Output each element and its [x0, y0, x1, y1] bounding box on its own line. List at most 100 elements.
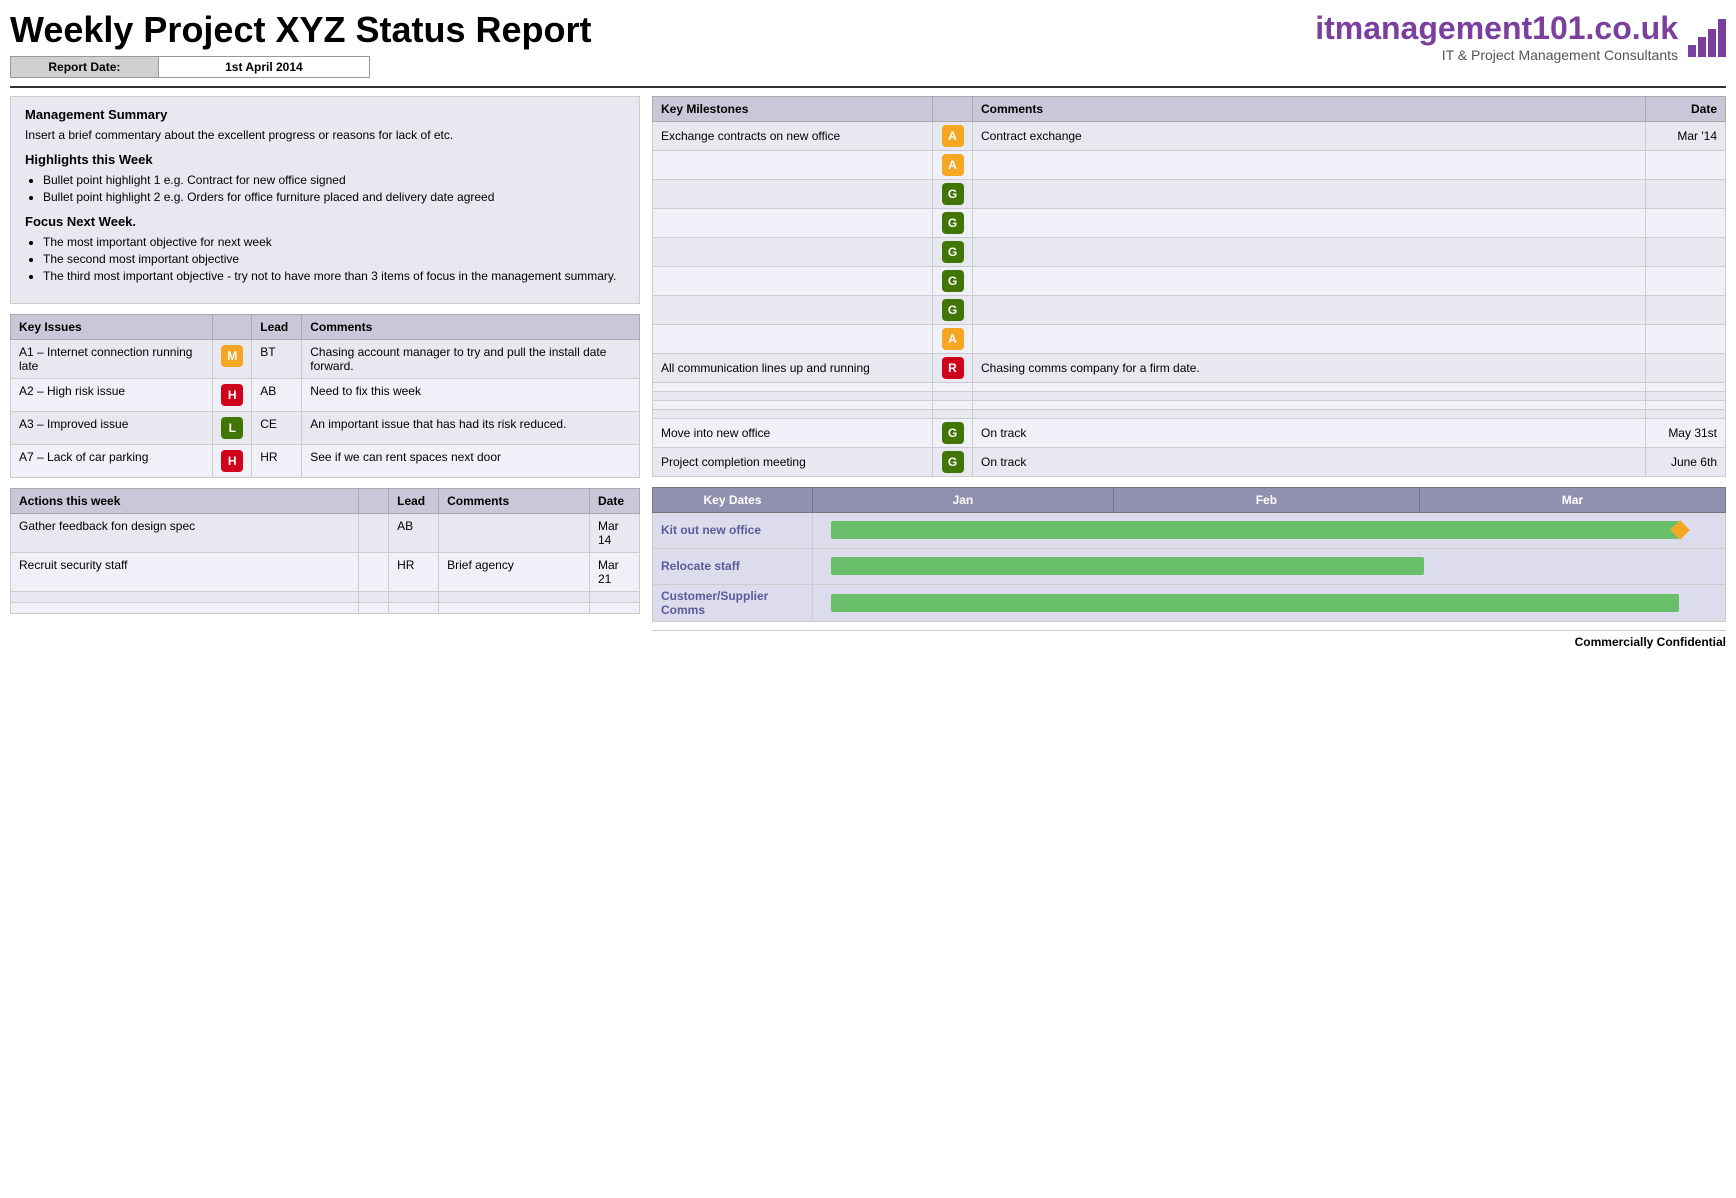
ms-badge-cell	[933, 409, 973, 418]
ms-milestone: Exchange contracts on new office	[653, 121, 933, 150]
status-badge: G	[942, 212, 964, 234]
ms-milestone	[653, 208, 933, 237]
ms-badge-cell	[933, 391, 973, 400]
ms-comment	[973, 150, 1646, 179]
report-date-label: Report Date:	[11, 57, 159, 77]
at-action: Gather feedback fon design spec	[11, 513, 359, 552]
focus-3: The third most important objective - try…	[43, 269, 625, 283]
ms-col-comments: Comments	[973, 96, 1646, 121]
ms-badge-cell: G	[933, 447, 973, 476]
brand-info: itmanagement101.co.uk IT & Project Manag…	[1315, 10, 1678, 63]
ms-badge-cell	[933, 382, 973, 391]
ms-milestone	[653, 409, 933, 418]
table-row	[653, 409, 1726, 418]
gantt-col-feb: Feb	[1113, 487, 1419, 512]
gantt-bar-cell	[813, 548, 1726, 584]
ms-badge-cell: G	[933, 237, 973, 266]
ki-issue: A7 – Lack of car parking	[11, 444, 213, 477]
header-right: itmanagement101.co.uk IT & Project Manag…	[1315, 10, 1726, 63]
bar4	[1718, 19, 1726, 57]
at-badge-cell	[359, 513, 389, 552]
ms-milestone	[653, 400, 933, 409]
header-left: Weekly Project XYZ Status Report Report …	[10, 10, 592, 78]
gantt-bar-cell	[813, 584, 1726, 621]
ms-comment	[973, 324, 1646, 353]
key-issues-table: Key Issues Lead Comments A1 – Internet c…	[10, 314, 640, 478]
actions-table: Actions this week Lead Comments Date Gat…	[10, 488, 640, 614]
highlights-title: Highlights this Week	[25, 152, 625, 167]
report-date-bar: Report Date: 1st April 2014	[10, 56, 370, 78]
table-row: G	[653, 295, 1726, 324]
ki-lead: BT	[252, 339, 302, 378]
ms-milestone	[653, 266, 933, 295]
at-comment	[439, 591, 590, 602]
ms-badge-cell: A	[933, 121, 973, 150]
list-item: Relocate staff	[653, 548, 1726, 584]
at-col-lead: Lead	[389, 488, 439, 513]
ms-date	[1646, 208, 1726, 237]
ms-col-milestone: Key Milestones	[653, 96, 933, 121]
list-item: Kit out new office	[653, 512, 1726, 548]
bar2	[1698, 37, 1706, 57]
status-badge: G	[942, 270, 964, 292]
ms-comment	[973, 208, 1646, 237]
ms-comment	[973, 237, 1646, 266]
ms-badge-cell: G	[933, 295, 973, 324]
ki-col-issue: Key Issues	[11, 314, 213, 339]
at-lead	[389, 591, 439, 602]
ms-comment	[973, 295, 1646, 324]
status-badge: A	[942, 125, 964, 147]
ki-lead: HR	[252, 444, 302, 477]
at-lead	[389, 602, 439, 613]
ms-col-date: Date	[1646, 96, 1726, 121]
ki-comment: See if we can rent spaces next door	[302, 444, 640, 477]
status-badge: G	[942, 241, 964, 263]
highlight-1: Bullet point highlight 1 e.g. Contract f…	[43, 173, 625, 187]
at-badge-cell	[359, 552, 389, 591]
gantt-row-label: Customer/Supplier Comms	[653, 584, 813, 621]
at-comment	[439, 602, 590, 613]
left-panel: Management Summary Insert a brief commen…	[10, 96, 640, 649]
list-item: Customer/Supplier Comms	[653, 584, 1726, 621]
table-row	[11, 591, 640, 602]
ms-date	[1646, 400, 1726, 409]
at-action	[11, 602, 359, 613]
table-row: A7 – Lack of car parking H HR See if we …	[11, 444, 640, 477]
ms-comment	[973, 382, 1646, 391]
page-title: Weekly Project XYZ Status Report	[10, 10, 592, 50]
status-badge: G	[942, 183, 964, 205]
focus-list: The most important objective for next we…	[25, 235, 625, 283]
ms-milestone	[653, 391, 933, 400]
table-row: G	[653, 208, 1726, 237]
gantt-col-mar: Mar	[1419, 487, 1725, 512]
status-badge: G	[942, 299, 964, 321]
ki-badge-cell: H	[213, 444, 252, 477]
table-row: A1 – Internet connection running late M …	[11, 339, 640, 378]
ms-comment: On track	[973, 447, 1646, 476]
status-badge: G	[942, 451, 964, 473]
at-col-date: Date	[590, 488, 640, 513]
ki-comment: Need to fix this week	[302, 378, 640, 411]
gantt-bar-cell	[813, 512, 1726, 548]
table-row: Gather feedback fon design spec AB Mar 1…	[11, 513, 640, 552]
ms-milestone	[653, 382, 933, 391]
ki-col-badge	[213, 314, 252, 339]
gantt-table: Key Dates Jan Feb Mar Kit out new office…	[652, 487, 1726, 622]
ki-issue: A1 – Internet connection running late	[11, 339, 213, 378]
bar3	[1708, 29, 1716, 57]
right-panel: Key Milestones Comments Date Exchange co…	[652, 96, 1726, 649]
ms-date	[1646, 391, 1726, 400]
ms-date	[1646, 353, 1726, 382]
table-row: G	[653, 237, 1726, 266]
mgmt-summary-title: Management Summary	[25, 107, 625, 122]
ms-date: June 6th	[1646, 447, 1726, 476]
ms-milestone	[653, 295, 933, 324]
ms-badge-cell	[933, 400, 973, 409]
ms-milestone: Project completion meeting	[653, 447, 933, 476]
at-action: Recruit security staff	[11, 552, 359, 591]
ki-badge-cell: H	[213, 378, 252, 411]
ki-col-lead: Lead	[252, 314, 302, 339]
table-row	[653, 400, 1726, 409]
ms-milestone	[653, 150, 933, 179]
status-badge: A	[942, 328, 964, 350]
